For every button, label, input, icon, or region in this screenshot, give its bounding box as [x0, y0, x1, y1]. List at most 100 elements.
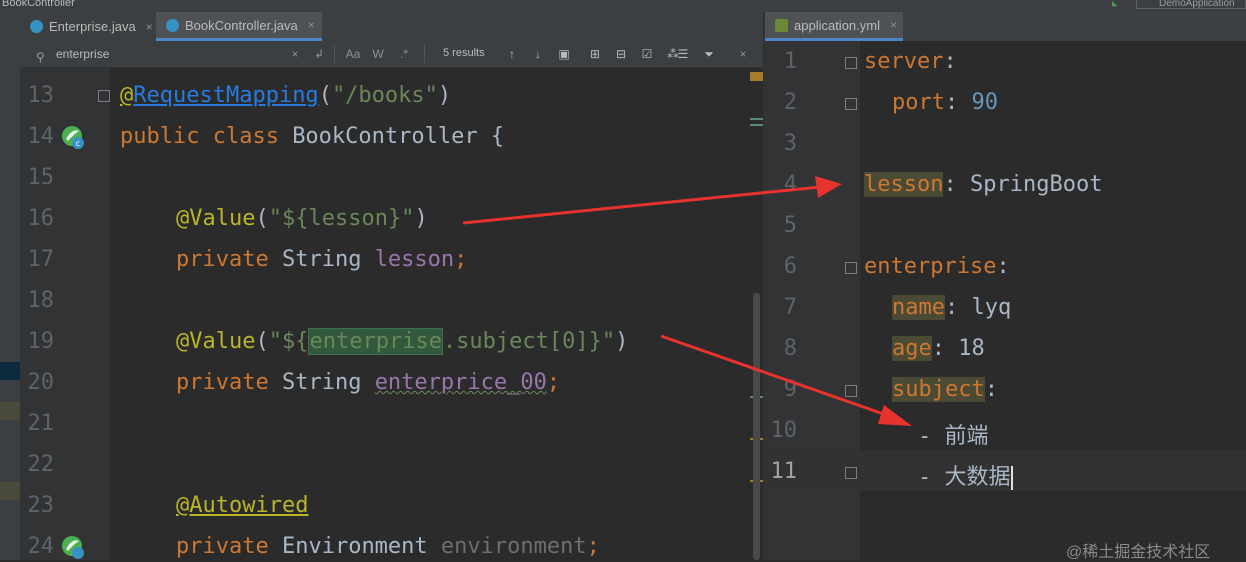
close-icon[interactable]: ×	[308, 18, 315, 32]
filter-options-icon[interactable]: ☰	[674, 45, 692, 63]
spring-bean-icon[interactable]: c	[60, 124, 86, 150]
line-number: 24	[27, 534, 55, 559]
tab-label: BookController.java	[185, 17, 298, 33]
line-number: 10	[770, 418, 798, 443]
find-bar: ⚲ × ↲ Aa W .* 5 results ↑ ↓ ▣ ⊞ ⊟ ☑ ⁂ ☰ …	[20, 41, 763, 68]
text-caret	[1010, 466, 1013, 490]
line-number: 17	[27, 247, 55, 272]
line-number: 8	[783, 336, 797, 361]
java-class-icon	[30, 20, 43, 33]
line-number: 7	[783, 295, 797, 320]
line-number: 5	[783, 213, 797, 238]
line-number: 21	[27, 411, 55, 436]
right-tab-bar: application.yml ×	[765, 12, 1246, 41]
select-all-occurrences-icon[interactable]: ☑	[638, 45, 656, 63]
svg-text:c: c	[76, 139, 80, 148]
request-mapping-link[interactable]: RequestMapping	[133, 83, 318, 108]
close-find-icon[interactable]: ×	[736, 45, 750, 63]
yaml-line: - 前端	[918, 424, 989, 449]
window-title: BookController	[2, 0, 75, 9]
divider	[334, 45, 335, 63]
key-usage-highlight: lesson	[864, 172, 944, 197]
line-number: 18	[27, 288, 55, 313]
yaml-line: lesson: SpringBoot	[864, 172, 1103, 197]
left-tool-strip	[0, 12, 20, 560]
line-number: 3	[783, 131, 797, 156]
yaml-line: server:	[864, 49, 957, 74]
code-line: public class BookController {	[120, 124, 505, 149]
tab-label: application.yml	[794, 17, 880, 33]
new-line-icon[interactable]: ↲	[312, 45, 326, 63]
line-number: 1	[783, 49, 797, 74]
watermark: @稀土掘金技术社区	[1066, 544, 1211, 561]
marker-warning	[0, 402, 20, 420]
line-number: 2	[783, 90, 797, 115]
fold-marker-icon[interactable]	[845, 467, 857, 479]
code-line: @Value("${enterprise.subject[0]}")	[176, 328, 629, 355]
match-case-button[interactable]: Aa	[342, 45, 364, 63]
search-icon: ⚲	[36, 50, 45, 64]
tab-enterprise-java[interactable]: Enterprise.java ×	[20, 12, 156, 41]
marker-warning	[0, 482, 20, 500]
line-number: 15	[27, 165, 55, 190]
fold-marker-icon[interactable]	[845, 98, 857, 110]
yaml-line: subject:	[892, 377, 998, 402]
search-input[interactable]	[56, 47, 306, 61]
yaml-editor[interactable]: server: port: 90 lesson: SpringBoot ente…	[860, 41, 1246, 560]
gutter-bg	[765, 491, 860, 560]
next-occurrence-icon[interactable]: ↓	[530, 45, 546, 63]
line-number: 9	[783, 377, 797, 402]
marker-selected	[0, 362, 20, 380]
line-number: 14	[27, 124, 55, 149]
run-arrow-icon[interactable]: ◣	[1112, 0, 1122, 9]
change-marker[interactable]	[750, 118, 763, 120]
code-line: @Autowired	[176, 493, 309, 518]
divider	[424, 45, 425, 63]
open-in-window-icon[interactable]: ▣	[556, 45, 572, 63]
line-number: 23	[27, 493, 55, 518]
tab-application-yml[interactable]: application.yml ×	[765, 12, 903, 41]
editor-scrollbar[interactable]	[750, 68, 763, 560]
code-line: private String lesson;	[176, 247, 468, 272]
line-number: 20	[27, 370, 55, 395]
regex-button[interactable]: .*	[396, 45, 412, 63]
code-line: @RequestMapping("/books")	[120, 83, 452, 108]
fold-marker-icon[interactable]	[845, 57, 857, 69]
spring-bean-icon[interactable]	[60, 534, 86, 560]
tab-bookcontroller-java[interactable]: BookController.java ×	[156, 12, 322, 41]
fold-marker-icon[interactable]	[845, 262, 857, 274]
line-number: 19	[27, 329, 55, 354]
change-marker[interactable]	[750, 124, 763, 126]
fold-marker-icon[interactable]	[98, 90, 110, 102]
line-number: 22	[27, 452, 55, 477]
code-line: private Environment environment;	[176, 534, 600, 559]
close-icon[interactable]: ×	[146, 20, 153, 34]
code-line: private String enterprice_00;	[176, 370, 561, 395]
typo-warning: enterprice_00	[374, 370, 547, 395]
previous-occurrence-icon[interactable]: ↑	[504, 45, 520, 63]
run-config-selector[interactable]: DemoApplication	[1136, 0, 1246, 9]
yaml-line: age: 18	[892, 336, 985, 361]
remove-occurrence-icon[interactable]: ⊟	[612, 45, 630, 63]
add-occurrence-icon[interactable]: ⊞	[586, 45, 604, 63]
warning-marker[interactable]	[750, 72, 763, 81]
search-results-count: 5 results	[443, 47, 485, 59]
clear-search-icon[interactable]: ×	[288, 45, 302, 63]
whole-word-button[interactable]: W	[370, 45, 386, 63]
close-icon[interactable]: ×	[890, 18, 897, 32]
filter-icon[interactable]: ⏷	[700, 45, 718, 63]
yaml-line: name: lyq	[892, 295, 1012, 320]
scroll-thumb[interactable]	[753, 293, 760, 560]
right-gutter: 1 2 3 4 5 6 7 8 9 10 11	[765, 41, 860, 560]
fold-marker-icon[interactable]	[845, 385, 857, 397]
yaml-line: enterprise:	[864, 254, 1010, 279]
code-line: @Value("${lesson}")	[176, 206, 428, 231]
java-editor[interactable]: @RequestMapping("/books") public class B…	[110, 68, 750, 560]
left-gutter: 13 14 15 16 17 18 19 20 21 22 23 24 c	[20, 68, 110, 560]
line-number: 13	[27, 83, 55, 108]
line-number: 6	[783, 254, 797, 279]
java-class-icon	[166, 18, 179, 32]
line-number: 16	[27, 206, 55, 231]
line-number-current: 11	[770, 459, 798, 484]
yaml-line: - 大数据	[918, 465, 1013, 490]
